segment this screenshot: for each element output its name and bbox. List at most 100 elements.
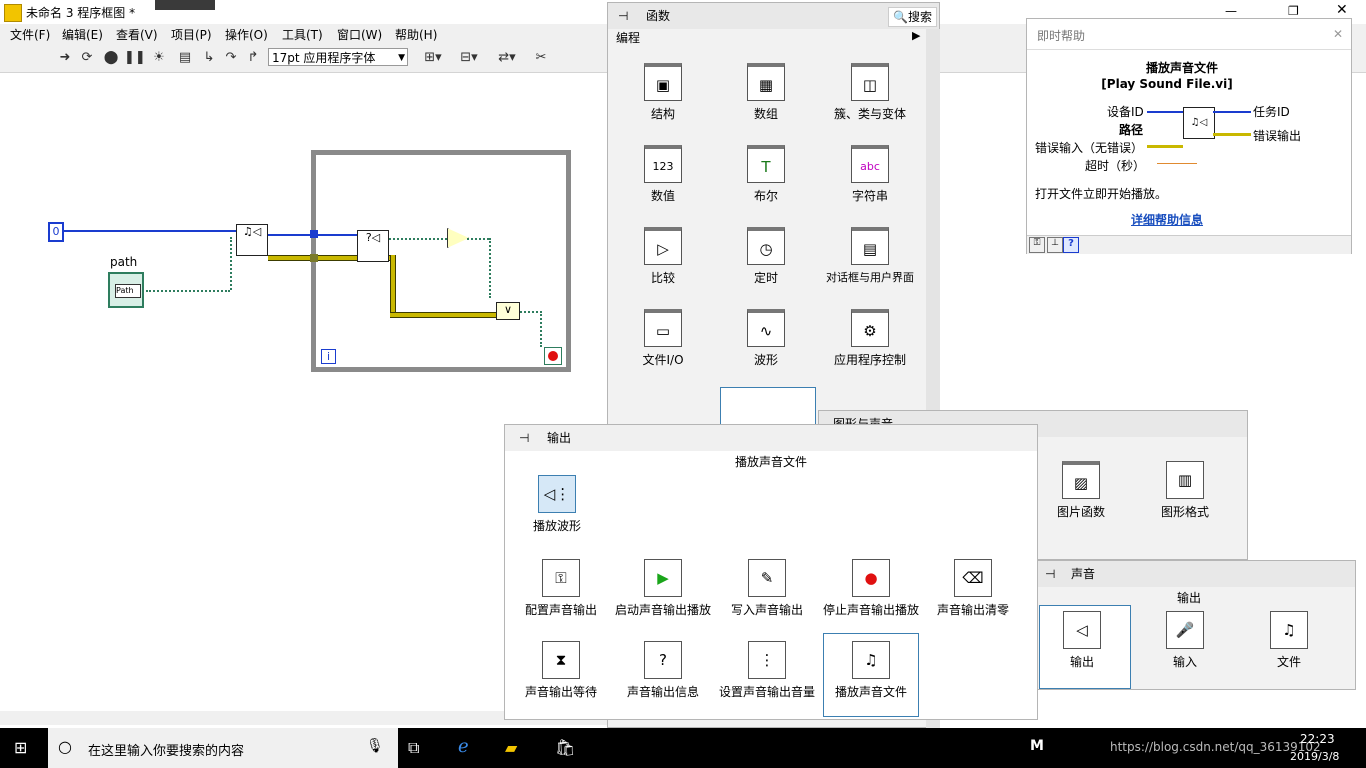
palette-array[interactable]: ▦ 数组 bbox=[716, 63, 816, 122]
category-header[interactable]: 编程 bbox=[616, 29, 640, 46]
palette-structures[interactable]: ▣ 结构 bbox=[613, 63, 713, 122]
font-select[interactable]: 17pt 应用程序字体 ▼ bbox=[268, 48, 408, 66]
reorder-icon[interactable]: ⇄▾ bbox=[494, 49, 520, 67]
distribute-objects-icon[interactable]: ⊟▾ bbox=[456, 49, 482, 67]
clock-time[interactable]: 22:23 bbox=[1300, 732, 1335, 746]
palette-timing[interactable]: ◷ 定时 bbox=[716, 227, 816, 286]
path-wire[interactable] bbox=[146, 290, 230, 292]
task-id-wire-inner[interactable] bbox=[318, 234, 358, 236]
step-over-icon[interactable]: ↷ bbox=[222, 49, 240, 67]
pin-icon[interactable]: ⊣ bbox=[519, 425, 529, 451]
palette-app-control[interactable]: ⚙ 应用程序控制 bbox=[820, 309, 920, 368]
palette-start-sound-output[interactable]: ▶ 启动声音输出播放 bbox=[613, 559, 713, 618]
menu-help[interactable]: 帮助(H) bbox=[393, 26, 439, 43]
terminal-timeout: 超时（秒） bbox=[1085, 159, 1146, 173]
palette-sound-input[interactable]: 🎤 输入 bbox=[1135, 611, 1235, 670]
palette-sound-output-info[interactable]: ? 声音输出信息 bbox=[613, 641, 713, 700]
abort-icon[interactable]: ⬤ bbox=[102, 49, 120, 67]
pin-icon[interactable]: ⊣ bbox=[1045, 561, 1055, 587]
palette-string[interactable]: abc 字符串 bbox=[820, 145, 920, 204]
path-wire-vertical[interactable] bbox=[230, 237, 232, 290]
error-wire-down[interactable] bbox=[390, 255, 396, 313]
taskbar-search-box[interactable]: ○ 在这里输入你要搜索的内容 🎙 bbox=[48, 728, 398, 768]
detailed-help-link[interactable]: 详细帮助信息 bbox=[1131, 211, 1203, 228]
compare-output-wire[interactable] bbox=[467, 238, 489, 240]
palette-comparison[interactable]: ▷ 比较 bbox=[613, 227, 713, 286]
error-tunnel[interactable] bbox=[310, 254, 318, 262]
palette-play-waveform[interactable]: ◁⋮ 播放波形 bbox=[507, 475, 607, 534]
loop-iteration-terminal[interactable]: i bbox=[321, 349, 336, 364]
output-palette: ⊣ 输出 播放声音文件 ◁⋮ 播放波形 ⚿ 配置声音输出 ▶ 启动声音输出播放 ✎ 写入… bbox=[504, 424, 1038, 720]
compare-output-wire-down[interactable] bbox=[489, 238, 491, 298]
palette-sound-output[interactable]: ◁ 输出 bbox=[1032, 611, 1132, 670]
maximize-icon[interactable]: ❐ bbox=[1288, 4, 1299, 18]
while-loop[interactable]: i bbox=[311, 150, 571, 372]
stop-wire-down[interactable] bbox=[540, 311, 542, 347]
stop-wire[interactable] bbox=[520, 311, 542, 313]
ime-icon[interactable]: M bbox=[1030, 738, 1044, 754]
palette-boolean[interactable]: T 布尔 bbox=[716, 145, 816, 204]
edge-browser-icon[interactable]: ℯ bbox=[458, 736, 469, 757]
lock-icon[interactable]: ⚿ bbox=[1029, 237, 1045, 253]
align-objects-icon[interactable]: ⊞▾ bbox=[420, 49, 446, 67]
close-icon[interactable]: ✕ bbox=[1333, 27, 1343, 41]
device-id-wire[interactable] bbox=[62, 230, 236, 232]
pin-icon[interactable]: ⊥ bbox=[1047, 237, 1063, 253]
path-control-terminal[interactable]: Path bbox=[108, 272, 144, 308]
palette-clear-sound-output[interactable]: ⌫ 声音输出清零 bbox=[923, 559, 1023, 618]
sound-output-info-node[interactable]: ?◁ bbox=[357, 230, 389, 262]
menu-edit[interactable]: 编辑(E) bbox=[60, 26, 105, 43]
palette-picture-functions[interactable]: ▨ 图片函数 bbox=[1031, 461, 1131, 520]
search-button[interactable]: 🔍搜索 bbox=[888, 7, 937, 27]
palette-graphics-formats[interactable]: ▥ 图形格式 bbox=[1135, 461, 1235, 520]
info-wire[interactable] bbox=[389, 238, 447, 240]
loop-stop-terminal[interactable] bbox=[544, 347, 562, 365]
menu-tools[interactable]: 工具(T) bbox=[280, 26, 325, 43]
chevron-right-icon[interactable]: ▶ bbox=[912, 29, 920, 42]
error-wire-to-unbundle[interactable] bbox=[390, 312, 496, 318]
palette-write-sound-output[interactable]: ✎ 写入声音输出 bbox=[717, 559, 817, 618]
highlight-execution-icon[interactable]: ☀ bbox=[150, 49, 168, 67]
pause-icon[interactable]: ❚❚ bbox=[124, 49, 146, 67]
cleanup-diagram-icon[interactable]: ✂ bbox=[530, 49, 552, 67]
retain-wire-values-icon[interactable]: ▤ bbox=[176, 49, 194, 67]
run-continuous-icon[interactable]: ⟳ bbox=[78, 49, 96, 67]
windows-start-icon[interactable]: ⊞ bbox=[14, 738, 27, 757]
step-out-icon[interactable]: ↱ bbox=[244, 49, 262, 67]
numeric-constant[interactable]: 0 bbox=[48, 222, 64, 242]
palette-stop-sound-output[interactable]: ● 停止声音输出播放 bbox=[821, 559, 921, 618]
help-icon[interactable]: ? bbox=[1063, 237, 1079, 253]
menu-file[interactable]: 文件(F) bbox=[8, 26, 52, 43]
palette-set-sound-volume[interactable]: ⋮ 设置声音输出音量 bbox=[717, 641, 817, 700]
close-window-icon[interactable]: ✕ bbox=[1336, 2, 1348, 18]
play-sound-file-node[interactable]: ♫◁ bbox=[236, 224, 268, 256]
store-icon[interactable]: 🛍 bbox=[555, 738, 575, 757]
menu-view[interactable]: 查看(V) bbox=[114, 26, 160, 43]
palette-play-sound-file[interactable]: ♫ 播放声音文件 bbox=[821, 641, 921, 700]
palette-graphics-sound-selected[interactable] bbox=[720, 387, 816, 429]
palette-cluster[interactable]: ◫ 簇、类与变体 bbox=[820, 63, 920, 122]
palette-waveform[interactable]: ∿ 波形 bbox=[716, 309, 816, 368]
file-explorer-icon[interactable]: ▰ bbox=[505, 738, 517, 757]
menu-window[interactable]: 窗口(W) bbox=[335, 26, 384, 43]
minimize-icon[interactable]: — bbox=[1225, 4, 1237, 18]
or-function[interactable]: ∨ bbox=[496, 302, 520, 320]
task-view-icon[interactable]: ⧉ bbox=[408, 738, 419, 758]
palette-dialog[interactable]: ▤ 对话框与用户界面 bbox=[820, 227, 920, 285]
step-into-icon[interactable]: ↳ bbox=[200, 49, 218, 67]
task-id-wire[interactable] bbox=[268, 234, 313, 236]
clock-date[interactable]: 2019/3/8 bbox=[1290, 750, 1339, 763]
palette-sound-output-wait[interactable]: ⧗ 声音输出等待 bbox=[511, 641, 611, 700]
run-arrow-icon[interactable]: ➜ bbox=[56, 49, 74, 67]
palette-numeric[interactable]: 123 数值 bbox=[613, 145, 713, 204]
pin-icon[interactable]: ⊣ bbox=[618, 3, 628, 29]
task-id-tunnel[interactable] bbox=[310, 230, 318, 238]
microphone-icon: 🎙 bbox=[366, 738, 384, 754]
menu-operate[interactable]: 操作(O) bbox=[223, 26, 270, 43]
play-sound-file-vi-icon: ♫◁ bbox=[1183, 107, 1215, 139]
error-wire[interactable] bbox=[268, 255, 313, 261]
palette-file-io[interactable]: ▭ 文件I/O bbox=[613, 309, 713, 368]
palette-sound-file[interactable]: ♫ 文件 bbox=[1239, 611, 1339, 670]
menu-project[interactable]: 项目(P) bbox=[169, 26, 214, 43]
palette-config-sound-output[interactable]: ⚿ 配置声音输出 bbox=[511, 559, 611, 618]
